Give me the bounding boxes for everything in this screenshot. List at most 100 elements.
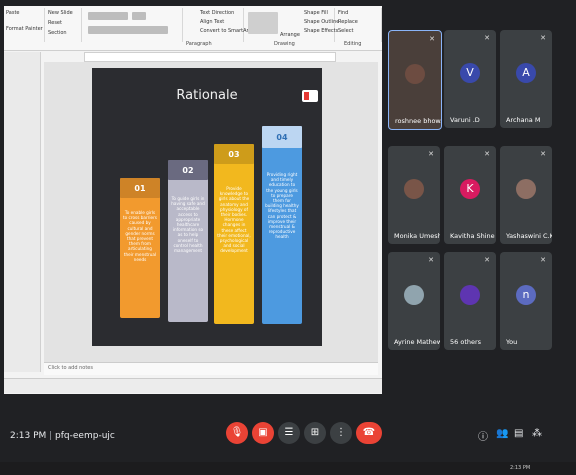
muted-mic-icon: ✕ xyxy=(540,34,546,42)
card-1-text: To enable girls to cross barriers caused… xyxy=(123,210,157,262)
participant-tile[interactable]: n ✕ You xyxy=(500,252,552,350)
ribbon-text-reset[interactable]: Reset xyxy=(48,20,62,26)
slide-logo xyxy=(302,90,318,102)
card-4-text: Providing right and timely education to … xyxy=(265,172,299,240)
card-2-number: 02 xyxy=(182,166,194,175)
leave-call-button[interactable]: ☎ xyxy=(356,422,382,444)
ribbon-text-section[interactable]: Section xyxy=(48,30,67,36)
rationale-card-1: 01 To enable girls to cross barriers cau… xyxy=(120,178,160,318)
participant-name: Archana M xyxy=(506,116,541,124)
participant-name: You xyxy=(506,338,518,346)
participant-name: Varuni .D xyxy=(450,116,480,124)
participant-avatar: V xyxy=(460,63,480,83)
participant-name: Ayrine Mathew xyxy=(394,338,440,346)
present-icon: ⊞ xyxy=(310,427,320,438)
ribbon-text-find[interactable]: Find xyxy=(338,10,348,16)
more-options-icon: ⋮ xyxy=(336,427,346,438)
ribbon-text-direction[interactable]: Text Direction xyxy=(200,10,234,16)
participant-name: 56 others xyxy=(450,338,482,346)
participant-avatar xyxy=(460,285,480,305)
windows-taskbar: 2:13 PM xyxy=(0,462,576,475)
participant-name: Kavitha Shine xyxy=(450,232,495,240)
drawing-group-label: Drawing xyxy=(274,41,295,47)
people-icon[interactable]: 👥 xyxy=(496,428,508,439)
ribbon-text-new-slide[interactable]: New Slide xyxy=(48,10,73,16)
participant-tile[interactable]: ✕ Monika Umesh xyxy=(388,146,440,244)
slide-thumbnails-pane[interactable] xyxy=(4,52,41,372)
slide: Rationale 01 To enable girls to cross ba… xyxy=(92,68,322,346)
muted-mic-icon: ✕ xyxy=(540,150,546,158)
card-4-number: 04 xyxy=(276,133,288,142)
font-size-box[interactable] xyxy=(132,12,146,20)
card-3-number: 03 xyxy=(228,150,240,159)
activities-icon[interactable]: ⁂ xyxy=(532,428,542,439)
ribbon-text-paste[interactable]: Paste xyxy=(6,10,20,16)
mic-off-button[interactable]: 🎙 xyxy=(226,422,248,444)
paragraph-group-label: Paragraph xyxy=(186,41,212,47)
chat-icon[interactable]: ▤ xyxy=(514,428,523,439)
screen: Paste Format Painter New Slide Reset Sec… xyxy=(0,0,576,475)
logo-mark xyxy=(304,92,309,100)
more-options-button[interactable]: ⋮ xyxy=(330,422,352,444)
participant-tile[interactable]: ✕ roshnee bhow... xyxy=(388,30,442,130)
participant-tile[interactable]: A ✕ Archana M xyxy=(500,30,552,128)
rationale-card-3: 03 Provide knowledge to girls about the … xyxy=(214,144,254,324)
card-3-text: Provide knowledge to girls about the ana… xyxy=(217,186,251,254)
status-bar xyxy=(4,378,382,393)
mic-off-icon: 🎙 xyxy=(230,427,244,438)
horizontal-ruler xyxy=(84,52,336,62)
rationale-card-4: 04 Providing right and timely education … xyxy=(262,126,302,324)
notes-placeholder: Click to add notes xyxy=(48,365,93,371)
participant-tile[interactable]: V ✕ Varuni .D xyxy=(444,30,496,128)
captions-icon: ☰ xyxy=(284,427,294,438)
muted-mic-icon: ✕ xyxy=(540,256,546,264)
participant-tile[interactable]: K ✕ Kavitha Shine xyxy=(444,146,496,244)
ribbon-text-select[interactable]: Select xyxy=(338,28,353,34)
ribbon-text-arrange[interactable]: Arrange xyxy=(280,32,300,38)
font-format-tools[interactable] xyxy=(88,26,168,34)
participant-avatar: A xyxy=(516,63,536,83)
meeting-code: pfq-eemp-ujc xyxy=(55,431,115,441)
notes-pane[interactable]: Click to add notes xyxy=(44,362,378,375)
participant-name: Monika Umesh xyxy=(394,232,440,240)
ribbon: Paste Format Painter New Slide Reset Sec… xyxy=(4,6,382,51)
slide-title: Rationale xyxy=(176,88,238,103)
captions-button[interactable]: ☰ xyxy=(278,422,300,444)
muted-mic-icon: ✕ xyxy=(484,150,490,158)
muted-mic-icon: ✕ xyxy=(429,35,435,43)
rationale-card-2: 02 To guide girls in having safe and acc… xyxy=(168,160,208,322)
ribbon-text-shape-effects[interactable]: Shape Effects xyxy=(304,28,338,34)
muted-mic-icon: ✕ xyxy=(484,34,490,42)
ribbon-text-shape-fill[interactable]: Shape Fill xyxy=(304,10,328,16)
ribbon-text-smartart[interactable]: Convert to SmartArt xyxy=(200,28,251,34)
ribbon-text-align[interactable]: Align Text xyxy=(200,19,224,25)
card-1-number: 01 xyxy=(134,184,146,193)
ribbon-text-format-painter[interactable]: Format Painter xyxy=(6,26,43,32)
present-button[interactable]: ⊞ xyxy=(304,422,326,444)
info-icon[interactable]: ⓘ xyxy=(478,428,488,443)
participant-avatar xyxy=(404,285,424,305)
meeting-time-and-code: 2:13 PM | pfq-eemp-ujc xyxy=(10,431,115,441)
meeting-time: 2:13 PM xyxy=(10,431,47,441)
participant-tile[interactable]: ✕ Yashaswini C.K xyxy=(500,146,552,244)
camera-off-icon: ▣ xyxy=(258,427,268,438)
participant-tile[interactable]: ✕ 56 others xyxy=(444,252,496,350)
camera-off-button[interactable]: ▣ xyxy=(252,422,274,444)
editing-group-label: Editing xyxy=(344,41,362,47)
ribbon-text-replace[interactable]: Replace xyxy=(338,19,358,25)
card-2-text: To guide girls in having safe and accept… xyxy=(171,196,205,254)
font-name-box[interactable] xyxy=(88,12,128,20)
taskbar-clock: 2:13 PM xyxy=(510,465,531,471)
ribbon-text-shape-outline[interactable]: Shape Outline xyxy=(304,19,339,25)
participant-tile[interactable]: ✕ Ayrine Mathew xyxy=(388,252,440,350)
participant-avatar: n xyxy=(516,285,536,305)
muted-mic-icon: ✕ xyxy=(428,256,434,264)
participant-avatar: K xyxy=(460,179,480,199)
participant-avatar xyxy=(404,179,424,199)
muted-mic-icon: ✕ xyxy=(484,256,490,264)
participant-name: roshnee bhow... xyxy=(395,117,442,125)
shapes-gallery[interactable] xyxy=(248,12,278,34)
hang-up-icon: ☎ xyxy=(362,427,376,438)
participant-name: Yashaswini C.K xyxy=(506,232,552,240)
muted-mic-icon: ✕ xyxy=(428,150,434,158)
